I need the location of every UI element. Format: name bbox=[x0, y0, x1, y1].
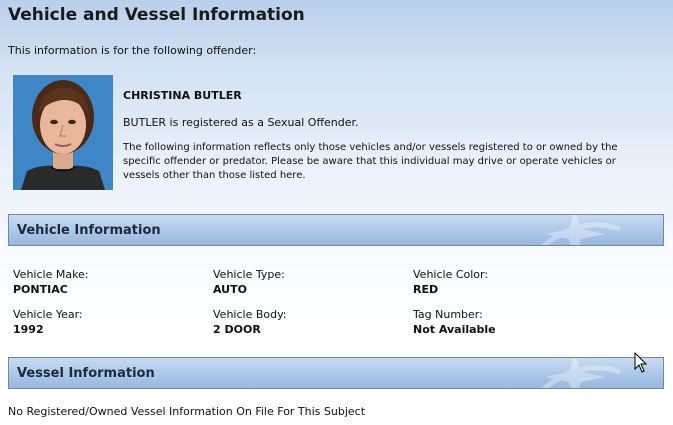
disclaimer-text: The following information reflects only … bbox=[123, 142, 618, 181]
vehicle-year-field: Vehicle Year: 1992 bbox=[13, 308, 83, 336]
offender-name: CHRISTINA BUTLER bbox=[123, 89, 242, 102]
vessel-section-title: Vessel Information bbox=[17, 366, 155, 381]
vehicle-color-label: Vehicle Color: bbox=[413, 268, 489, 281]
vehicle-make-value: PONTIAC bbox=[13, 283, 68, 296]
vehicle-color-value: RED bbox=[413, 283, 439, 296]
no-vessel-message: No Registered/Owned Vessel Information O… bbox=[8, 405, 366, 418]
page-title: Vehicle and Vessel Information bbox=[8, 5, 305, 25]
vehicle-type-value: AUTO bbox=[213, 283, 247, 296]
vessel-section-header: Vessel Information bbox=[8, 357, 664, 389]
vehicle-year-value: 1992 bbox=[13, 323, 44, 336]
intro-text: This information is for the following of… bbox=[8, 44, 257, 57]
vehicle-body-value: 2 DOOR bbox=[213, 323, 261, 336]
vehicle-color-field: Vehicle Color: RED bbox=[413, 268, 488, 296]
registration-status: BUTLER is registered as a Sexual Offende… bbox=[123, 116, 359, 129]
vehicle-section-header: Vehicle Information bbox=[8, 214, 664, 246]
vehicle-body-field: Vehicle Body: 2 DOOR bbox=[213, 308, 287, 336]
tag-number-value: Not Available bbox=[413, 323, 496, 336]
vehicle-body-label: Vehicle Body: bbox=[213, 308, 287, 321]
tag-number-field: Tag Number: Not Available bbox=[413, 308, 496, 336]
vehicle-year-label: Vehicle Year: bbox=[13, 308, 83, 321]
compass-star-icon bbox=[541, 215, 621, 245]
vehicle-make-label: Vehicle Make: bbox=[13, 268, 89, 281]
mouse-pointer-icon bbox=[634, 352, 648, 373]
tag-number-label: Tag Number: bbox=[413, 308, 483, 321]
offender-photo bbox=[13, 75, 113, 190]
vehicle-type-field: Vehicle Type: AUTO bbox=[213, 268, 285, 296]
vehicle-type-label: Vehicle Type: bbox=[213, 268, 285, 281]
vehicle-make-field: Vehicle Make: PONTIAC bbox=[13, 268, 89, 296]
vehicle-section-title: Vehicle Information bbox=[17, 223, 161, 238]
compass-star-icon bbox=[541, 358, 621, 388]
